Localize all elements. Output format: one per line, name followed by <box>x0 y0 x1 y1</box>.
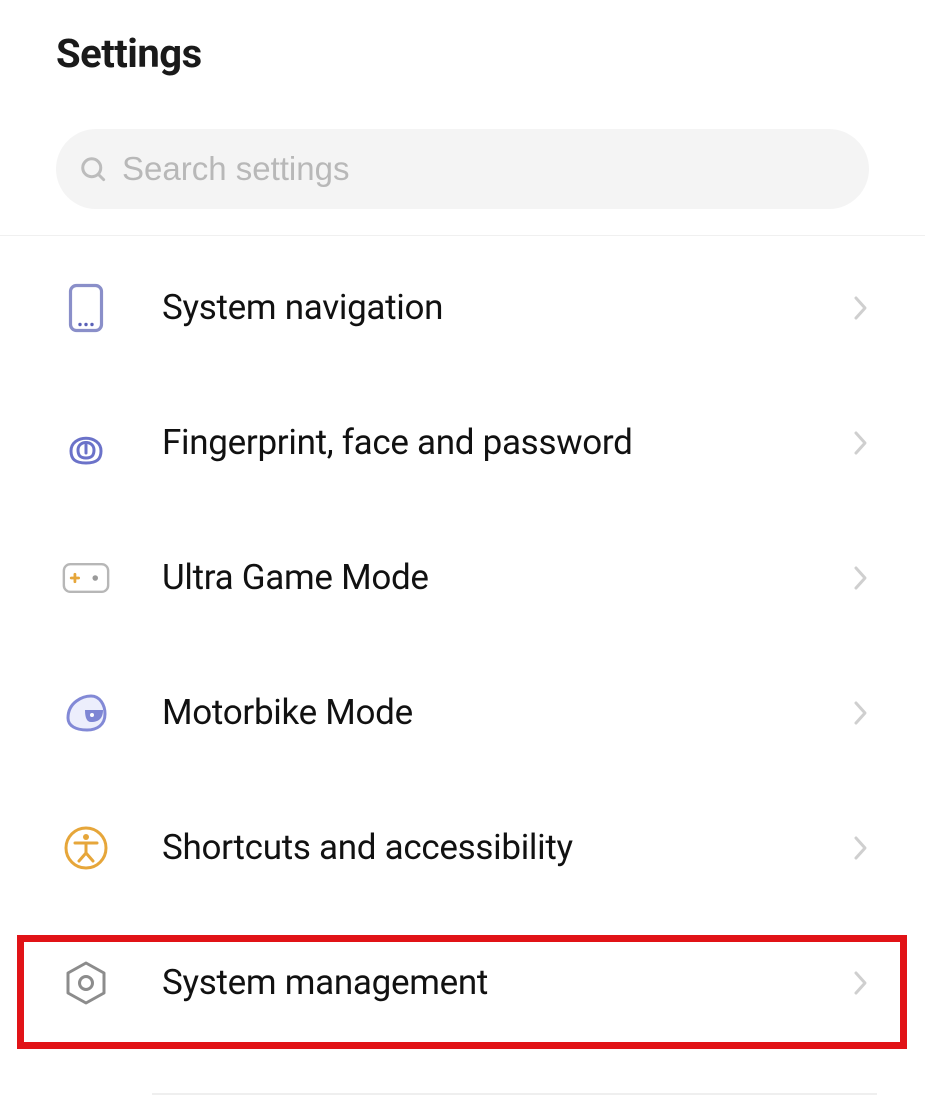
row-label: Shortcuts and accessibility <box>162 827 853 868</box>
row-system-management[interactable]: System management <box>0 915 925 1050</box>
settings-page: Settings System navig <box>0 0 925 1102</box>
chevron-right-icon <box>853 699 869 727</box>
search-container <box>0 77 925 209</box>
row-label: System management <box>162 962 853 1003</box>
phone-icon <box>62 284 110 332</box>
row-label: System navigation <box>162 287 853 328</box>
helmet-icon <box>62 689 110 737</box>
chevron-right-icon <box>853 564 869 592</box>
list-divider <box>152 1093 877 1095</box>
fingerprint-icon <box>62 419 110 467</box>
hexagon-gear-icon <box>62 959 110 1007</box>
accessibility-icon <box>62 824 110 872</box>
chevron-right-icon <box>853 969 869 997</box>
row-label: Motorbike Mode <box>162 692 853 733</box>
row-label: Ultra Game Mode <box>162 557 853 598</box>
settings-list: System navigation Fingerprint, face and … <box>0 236 925 1050</box>
row-ultra-game-mode[interactable]: Ultra Game Mode <box>0 510 925 645</box>
search-input[interactable] <box>122 150 847 188</box>
gamepad-icon <box>62 554 110 602</box>
row-fingerprint-face-password[interactable]: Fingerprint, face and password <box>0 375 925 510</box>
row-shortcuts-accessibility[interactable]: Shortcuts and accessibility <box>0 780 925 915</box>
row-motorbike-mode[interactable]: Motorbike Mode <box>0 645 925 780</box>
chevron-right-icon <box>853 834 869 862</box>
row-system-navigation[interactable]: System navigation <box>0 240 925 375</box>
search-bar[interactable] <box>56 129 869 209</box>
page-title: Settings <box>0 0 925 77</box>
chevron-right-icon <box>853 294 869 322</box>
row-label: Fingerprint, face and password <box>162 422 853 463</box>
chevron-right-icon <box>853 429 869 457</box>
search-icon <box>78 154 108 184</box>
